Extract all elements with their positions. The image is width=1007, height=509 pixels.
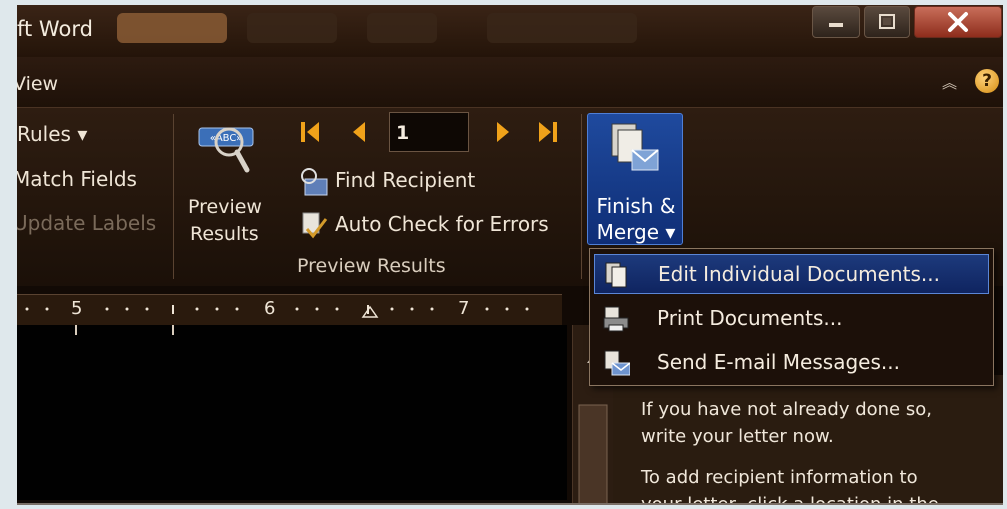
- help-icon[interactable]: ?: [975, 69, 999, 93]
- match-fields-button[interactable]: Match Fields: [17, 167, 137, 191]
- auto-check-errors-button[interactable]: Auto Check for Errors: [299, 210, 569, 242]
- email-icon: [604, 350, 630, 376]
- blurred-tab-1: [117, 13, 227, 43]
- title-bar: ft Word: [17, 5, 1003, 57]
- maximize-icon: [879, 14, 895, 29]
- preview-results-group-label: Preview Results: [297, 255, 446, 277]
- task-pane-line1: If you have not already done so,: [641, 399, 932, 420]
- blurred-tab-2: [247, 13, 337, 43]
- minimize-button[interactable]: [812, 6, 860, 38]
- find-recipient-icon: [301, 168, 328, 196]
- group-separator: [173, 114, 174, 279]
- mail-merge-task-pane: If you have not already done so, write y…: [613, 375, 1003, 505]
- preview-results-line1: Preview: [188, 196, 262, 218]
- auto-check-errors-label: Auto Check for Errors: [335, 212, 549, 236]
- task-pane-line2: write your letter now.: [641, 426, 834, 447]
- menu-label-edit-individual-documents: Edit Individual Documents...: [658, 262, 940, 286]
- menu-item-send-email-messages[interactable]: Send E-mail Messages...: [594, 343, 989, 383]
- document-area[interactable]: [17, 325, 567, 500]
- task-pane-line3: To add recipient information to: [641, 467, 918, 488]
- menu-label-send-email-messages: Send E-mail Messages...: [657, 350, 900, 374]
- preview-results-button[interactable]: «ABC» Preview Results: [183, 114, 273, 245]
- group-separator: [581, 114, 582, 279]
- finish-merge-line2: Merge ▾: [596, 220, 676, 244]
- record-number-input[interactable]: 1: [389, 112, 469, 152]
- menu-label-print-documents: Print Documents...: [657, 306, 843, 330]
- word-window: ft Word View ︽ ? Rules ▾ Match Fields Up…: [17, 5, 1003, 505]
- finish-merge-icon: [611, 123, 659, 171]
- rules-button[interactable]: Rules ▾: [17, 122, 87, 146]
- preview-results-line2: Results: [190, 223, 259, 245]
- window-bottom-border: [17, 503, 1003, 505]
- menu-item-edit-individual-documents[interactable]: Edit Individual Documents...: [594, 254, 989, 294]
- doc-margin-marks: [75, 325, 174, 335]
- update-labels-button[interactable]: Update Labels: [17, 211, 156, 235]
- minimize-icon: [829, 23, 843, 27]
- auto-check-icon: [302, 212, 328, 239]
- preview-magnifier-icon: «ABC»: [198, 127, 254, 173]
- ruler-number-6: 6: [264, 298, 276, 319]
- finish-merge-line1: Finish &: [596, 194, 676, 218]
- finish-merge-button[interactable]: Finish & Merge ▾: [587, 113, 683, 245]
- last-record-icon[interactable]: [537, 120, 561, 146]
- ribbon-tabs-row: View ︽ ?: [17, 57, 1003, 107]
- horizontal-ruler[interactable]: 5 6 7: [17, 294, 562, 326]
- tab-view[interactable]: View: [17, 73, 58, 95]
- blurred-tab-4: [487, 13, 637, 43]
- printer-icon: [603, 306, 629, 332]
- previous-record-icon[interactable]: [349, 120, 373, 146]
- window-title: ft Word: [17, 17, 93, 41]
- collapse-ribbon-icon[interactable]: ︽: [942, 72, 957, 93]
- first-record-icon[interactable]: [299, 120, 323, 146]
- next-record-icon[interactable]: [493, 120, 517, 146]
- close-button[interactable]: [914, 6, 1002, 38]
- blurred-tab-3: [367, 13, 437, 43]
- indent-marker-icon: [361, 305, 379, 318]
- ruler-ticks: [25, 305, 529, 318]
- close-icon: [948, 12, 968, 32]
- find-recipient-label: Find Recipient: [335, 168, 476, 192]
- find-recipient-button[interactable]: Find Recipient: [299, 166, 539, 198]
- ruler-number-5: 5: [71, 298, 83, 319]
- finish-merge-menu: Edit Individual Documents... Print Docum…: [589, 248, 994, 386]
- maximize-button[interactable]: [864, 6, 910, 38]
- ruler-number-7: 7: [458, 298, 470, 319]
- menu-item-print-documents[interactable]: Print Documents...: [594, 299, 989, 339]
- edit-documents-icon: [605, 262, 627, 288]
